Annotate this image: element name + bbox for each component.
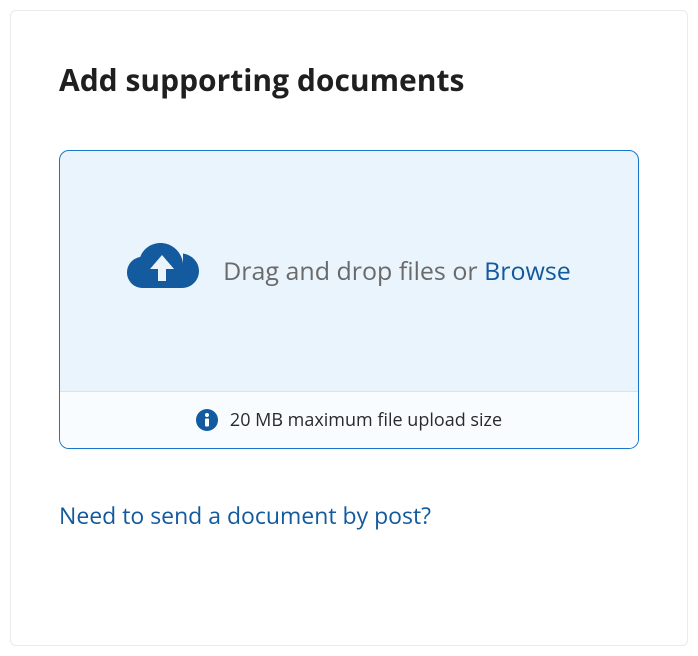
dropzone-main-area[interactable]: Drag and drop files or Browse	[60, 151, 638, 391]
info-icon	[196, 409, 218, 431]
cloud-upload-icon	[127, 243, 199, 300]
dropzone-footer: 20 MB maximum file upload size	[60, 391, 638, 448]
dropzone-prompt-text: Drag and drop files or	[223, 254, 484, 288]
dropzone-prompt: Drag and drop files or Browse	[223, 254, 571, 288]
browse-link[interactable]: Browse	[484, 254, 571, 288]
upload-size-hint: 20 MB maximum file upload size	[230, 408, 502, 432]
page-title: Add supporting documents	[59, 59, 639, 100]
upload-card: Add supporting documents Drag and drop f…	[10, 10, 688, 646]
send-by-post-link[interactable]: Need to send a document by post?	[59, 499, 639, 531]
file-dropzone[interactable]: Drag and drop files or Browse 20 MB maxi…	[59, 150, 639, 449]
